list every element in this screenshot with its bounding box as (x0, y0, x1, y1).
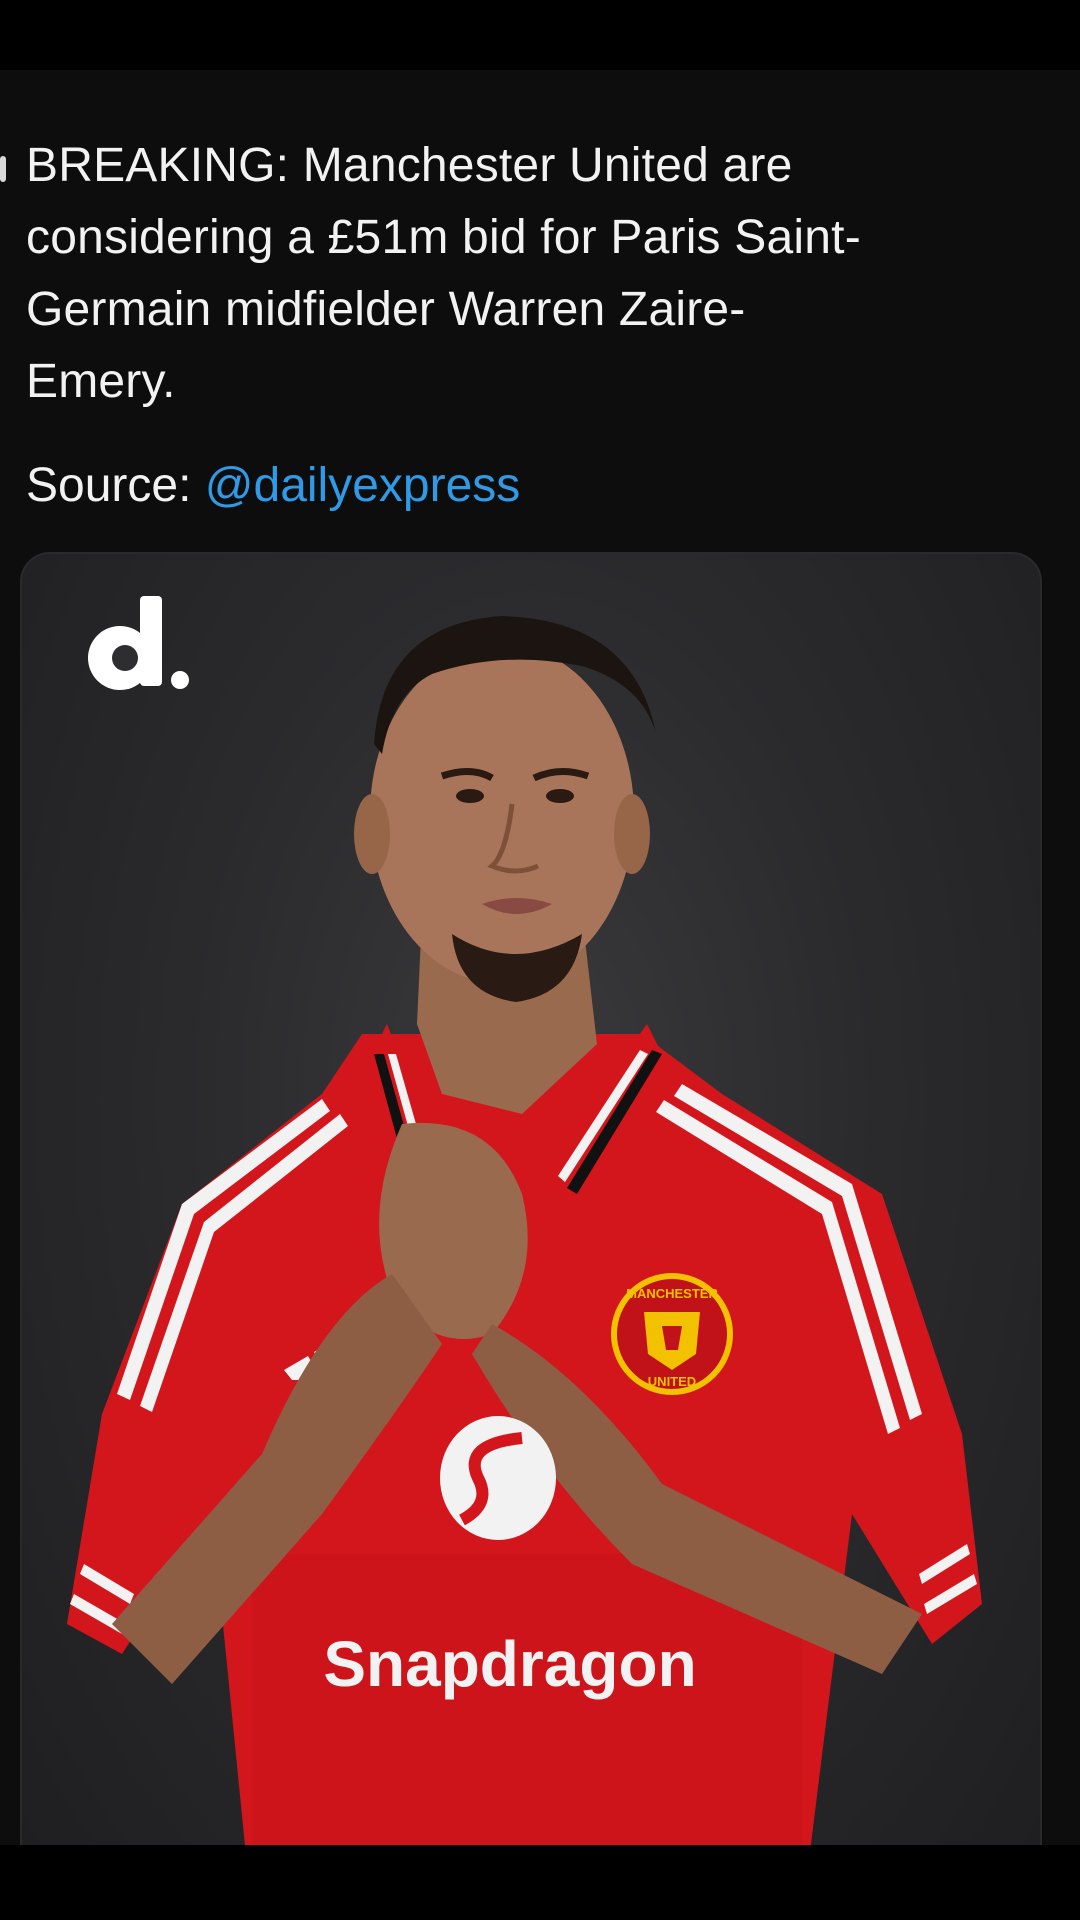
bottom-bar-area (0, 1845, 1080, 1920)
headline-line-1: BREAKING: Manchester United are (26, 139, 793, 192)
headline-line-3: Germain midfielder Warren Zaire- (26, 283, 746, 336)
daily-express-d-logo (88, 596, 189, 690)
crest-bottom-text: UNITED (648, 1374, 696, 1389)
post-container: BREAKING: Manchester United are consider… (0, 70, 1080, 1914)
crest-top-text: MANCHESTER (626, 1286, 718, 1301)
post-headline: BREAKING: Manchester United are consider… (26, 130, 1046, 418)
source-handle-link[interactable]: @dailyexpress (205, 459, 521, 512)
headline-line-2: considering a £51m bid for Paris Saint- (26, 211, 861, 264)
media-photo-card[interactable]: MANCHESTER UNITED Snapdragon (20, 552, 1042, 1914)
source-line: Source: @dailyexpress (26, 456, 520, 516)
club-crest-icon: MANCHESTER UNITED (611, 1273, 733, 1395)
status-bar-area (0, 0, 1080, 70)
left-edge-marker (0, 156, 6, 182)
headline-line-4: Emery. (26, 355, 176, 408)
source-label: Source: (26, 459, 205, 512)
footballer-in-red-kit-photo: MANCHESTER UNITED Snapdragon (67, 596, 982, 1912)
sponsor-text: Snapdragon (323, 1628, 696, 1700)
